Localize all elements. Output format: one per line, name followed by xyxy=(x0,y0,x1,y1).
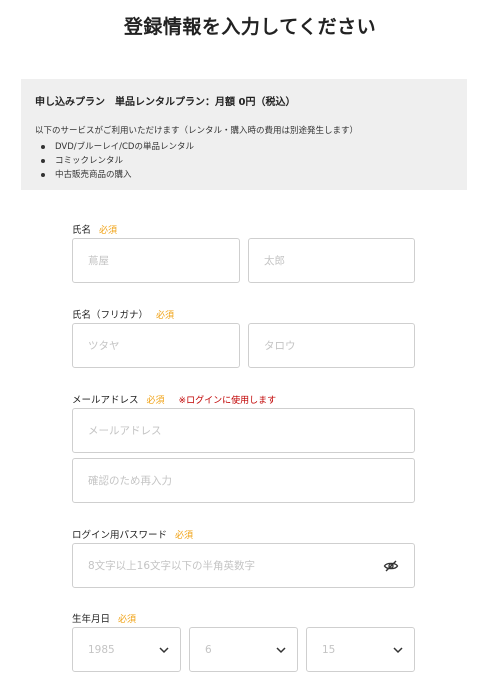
birthday-label-row: 生年月日 必須 xyxy=(72,611,136,625)
chevron-down-icon xyxy=(393,647,403,654)
eye-slash-icon[interactable] xyxy=(383,558,399,574)
password-label-row: ログイン用パスワード 必須 xyxy=(72,527,193,541)
password-input[interactable]: 8文字以上16文字以下の半角英数字 xyxy=(88,558,255,573)
plan-service-item: DVD/ブルーレイ/CDの単品レンタル xyxy=(35,140,453,154)
plan-title: 申し込みプラン 単品レンタルプラン：月額 0円（税込） xyxy=(35,97,296,108)
birthday-label: 生年月日 xyxy=(72,614,111,625)
plan-info-box: 申し込みプラン 単品レンタルプラン：月額 0円（税込） 以下のサービスがご利用い… xyxy=(21,79,467,190)
kana-label-row: 氏名（フリガナ） 必須 xyxy=(72,307,174,321)
plan-note: 以下のサービスがご利用いただけます（レンタル・購入時の費用は別途発生します） xyxy=(35,126,359,136)
plan-service-list: DVD/ブルーレイ/CDの単品レンタル コミックレンタル 中古販売商品の購入 xyxy=(35,140,453,182)
kana-label: 氏名（フリガナ） xyxy=(72,310,149,321)
registration-page: 登録情報を入力してください 申し込みプラン 単品レンタルプラン：月額 0円（税込… xyxy=(0,0,500,692)
first-name-input[interactable]: 太郎 xyxy=(248,238,415,283)
email-label: メールアドレス xyxy=(72,395,139,406)
birth-day-value: 15 xyxy=(322,643,336,656)
birth-month-value: 6 xyxy=(205,643,212,656)
plan-service-item: 中古販売商品の購入 xyxy=(35,168,453,182)
last-name-input[interactable]: 蔦屋 xyxy=(72,238,240,283)
birth-year-select[interactable]: 1985 xyxy=(72,627,181,672)
page-title: 登録情報を入力してください xyxy=(123,16,377,38)
name-label: 氏名 xyxy=(72,225,92,236)
required-badge: 必須 xyxy=(99,225,118,236)
chevron-down-icon xyxy=(276,647,286,654)
first-name-kana-input[interactable]: タロウ xyxy=(248,323,415,368)
email-label-row: メールアドレス 必須 ※ログインに使用します xyxy=(72,392,276,406)
email-login-note: ※ログインに使用します xyxy=(178,395,277,406)
plan-service-item: コミックレンタル xyxy=(35,154,453,168)
last-name-kana-input[interactable]: ツタヤ xyxy=(72,323,240,368)
name-label-row: 氏名 必須 xyxy=(72,222,117,236)
chevron-down-icon xyxy=(159,647,169,654)
required-badge: 必須 xyxy=(156,310,175,321)
birth-year-value: 1985 xyxy=(88,643,115,656)
birth-day-select[interactable]: 15 xyxy=(306,627,415,672)
birth-month-select[interactable]: 6 xyxy=(189,627,298,672)
required-badge: 必須 xyxy=(175,530,194,541)
email-input[interactable]: メールアドレス xyxy=(72,408,415,453)
required-badge: 必須 xyxy=(146,395,165,406)
password-field[interactable]: 8文字以上16文字以下の半角英数字 xyxy=(72,543,415,588)
required-badge: 必須 xyxy=(118,614,137,625)
email-confirm-input[interactable]: 確認のため再入力 xyxy=(72,458,415,503)
password-label: ログイン用パスワード xyxy=(72,530,168,541)
